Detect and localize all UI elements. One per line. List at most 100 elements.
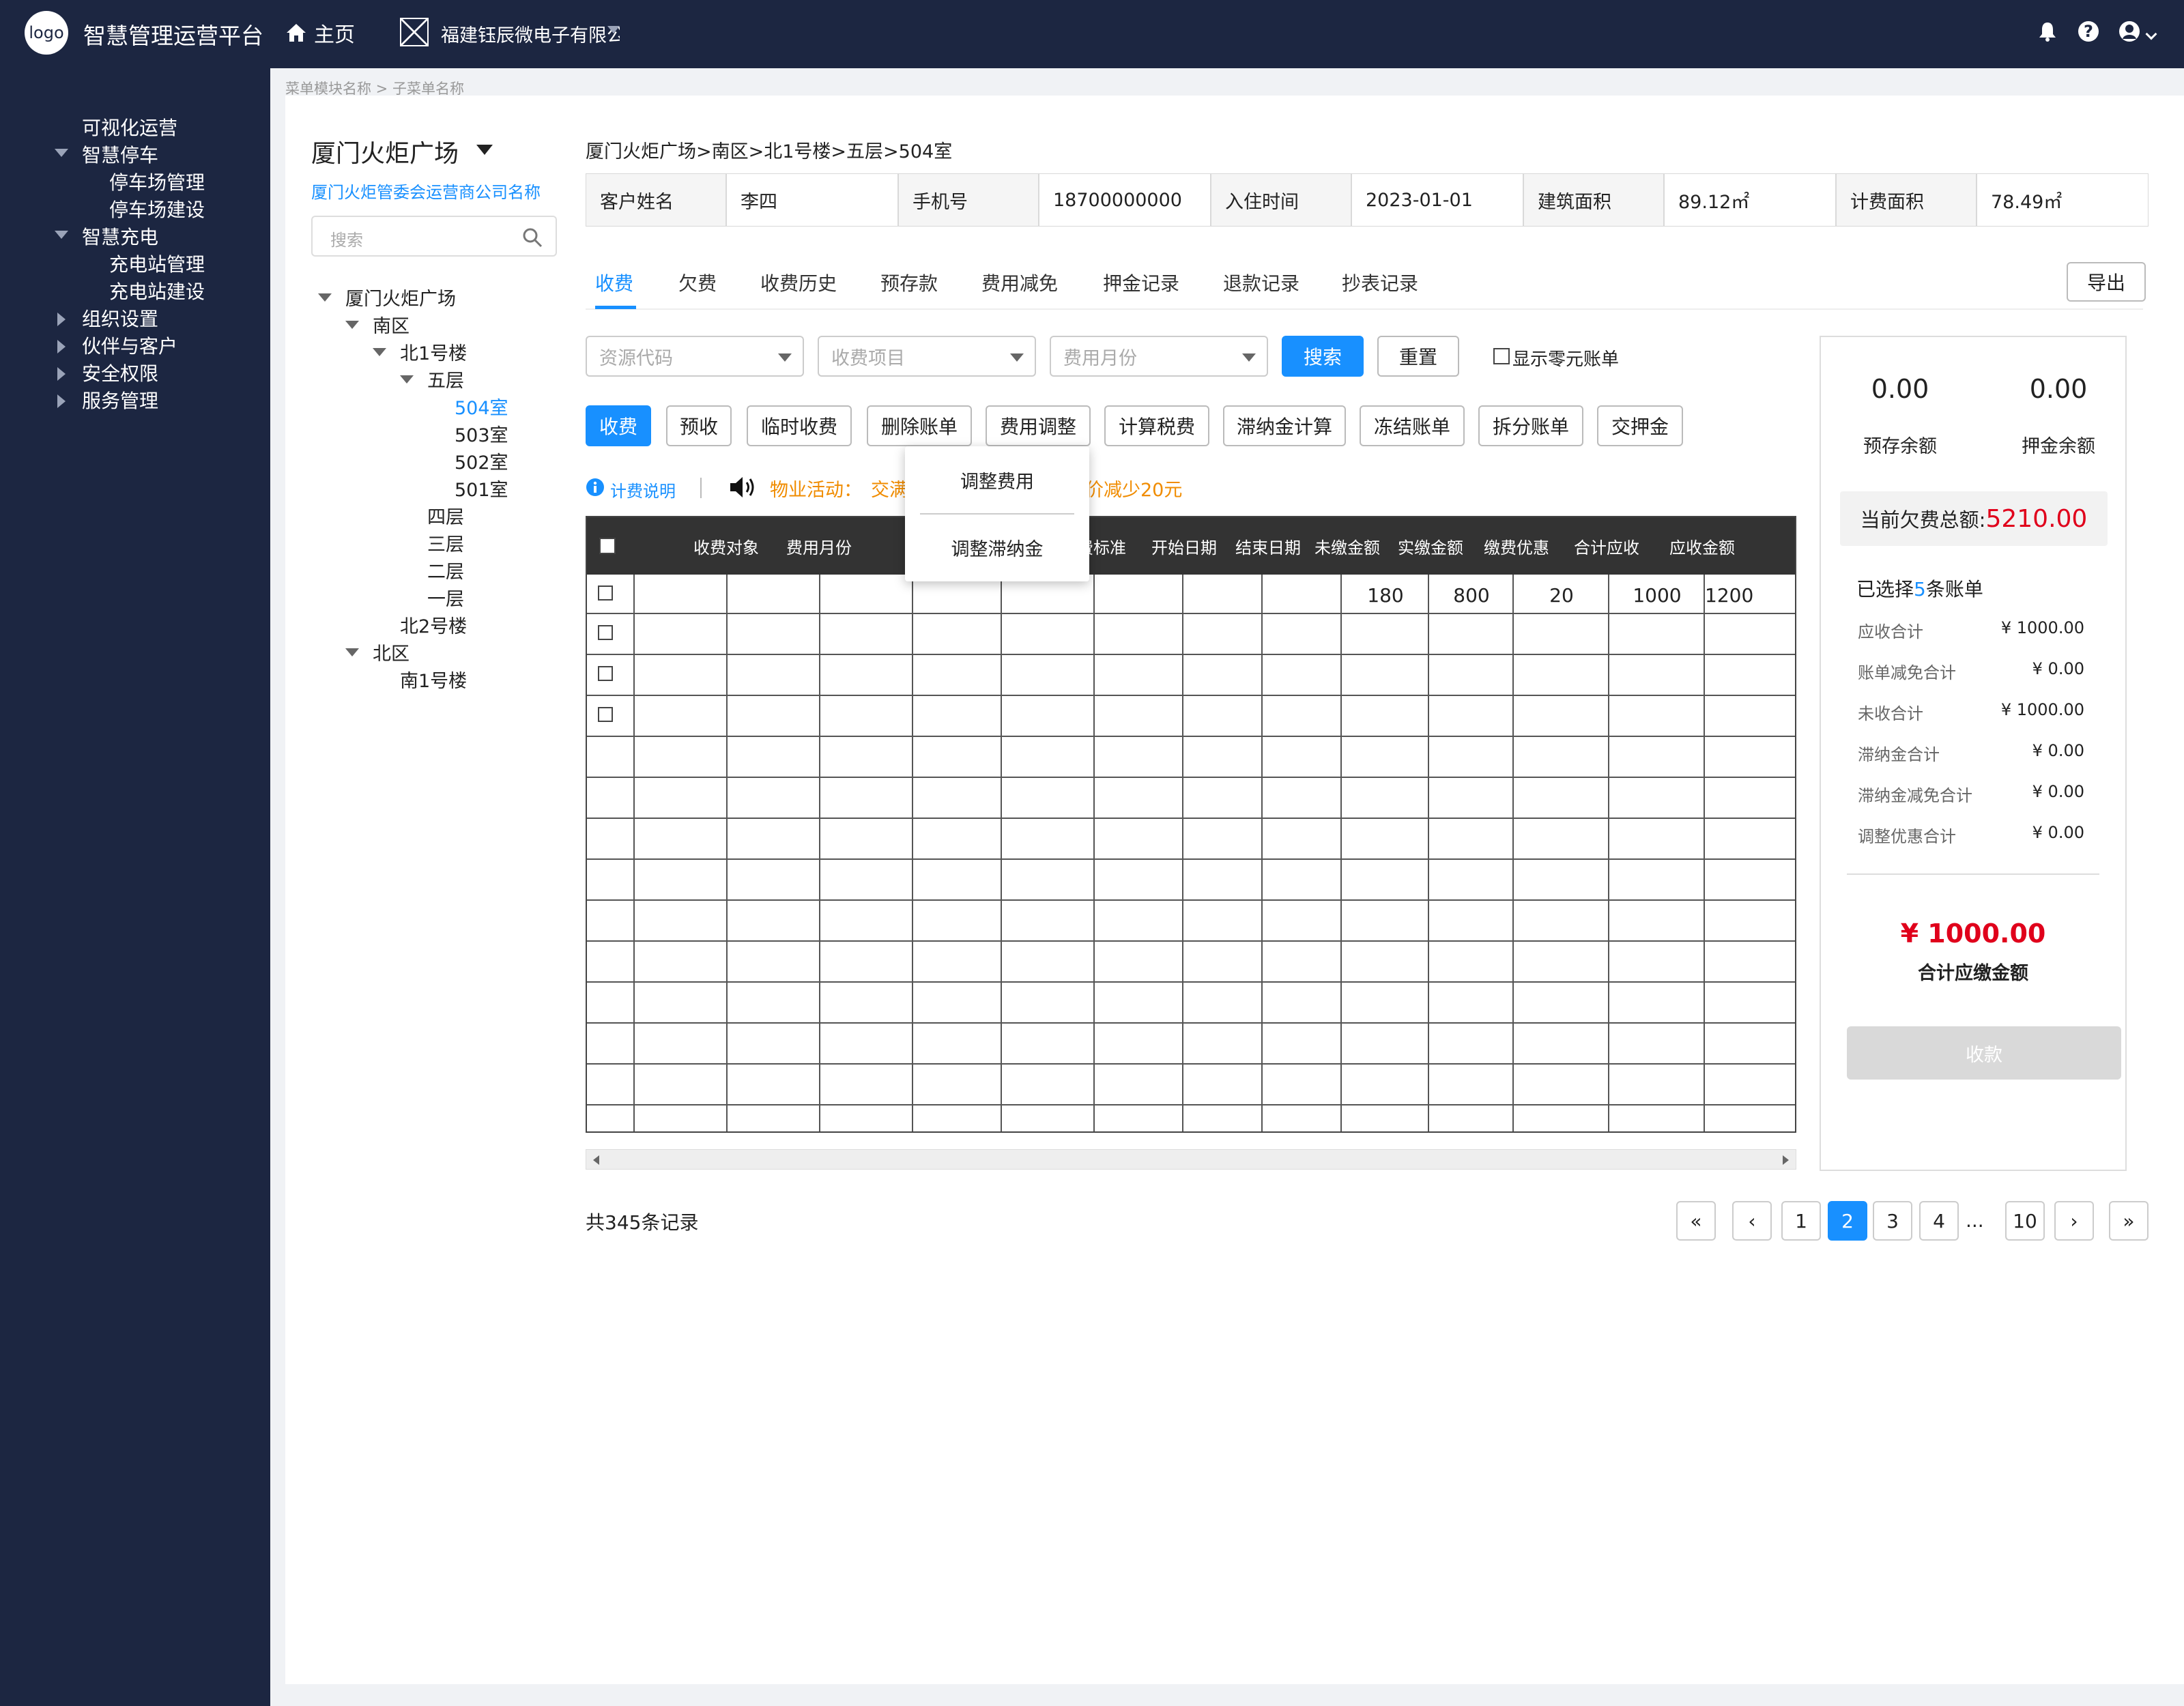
billing-help-link[interactable]: 计费说明 [610,478,676,502]
tree-node[interactable]: 503室 [455,420,508,447]
sidebar-item[interactable]: 停车场管理 [109,168,205,195]
caret-down-icon[interactable] [373,348,386,356]
sidebar-item[interactable]: 伙伴与客户 [82,332,177,359]
caret-down-icon[interactable] [55,149,68,157]
row-checkbox[interactable] [598,707,613,722]
sidebar-item[interactable]: 安全权限 [82,359,158,386]
table-horizontal-scrollbar[interactable] [586,1149,1796,1170]
fee-item-select[interactable]: 收费项目 [818,336,1036,377]
tree-node[interactable]: 504室 [455,393,508,420]
search-icon[interactable] [521,227,543,248]
pagination-page-button[interactable]: 1 [1781,1201,1821,1241]
caret-right-icon[interactable] [57,394,66,408]
action-button[interactable]: 费用调整 [986,405,1091,446]
tree-node[interactable]: 502室 [455,448,508,474]
pagination-prev-page-button[interactable]: ‹ [1732,1201,1772,1241]
column-header[interactable]: 费用月份 [773,517,865,575]
caret-right-icon[interactable] [57,340,66,353]
tab-item[interactable]: 退款记录 [1223,269,1299,296]
caret-down-icon[interactable] [345,648,359,656]
tree-node[interactable]: 南1号楼 [400,666,467,693]
column-header[interactable]: 缴费优惠 [1474,517,1559,575]
tab-item[interactable]: 抄表记录 [1342,269,1418,296]
pagination-page-button[interactable]: 3 [1873,1201,1912,1241]
sidebar-item[interactable]: 充电站管理 [109,250,205,277]
caret-down-icon[interactable] [318,293,332,302]
column-header[interactable]: 未缴金额 [1308,517,1387,575]
column-header[interactable]: 结束日期 [1228,517,1308,575]
tree-node[interactable]: 五层 [427,366,464,392]
action-button[interactable]: 拆分账单 [1478,405,1583,446]
org-selector[interactable]: 福建钰辰微电子有限公司 [441,20,620,47]
row-checkbox[interactable] [598,625,613,640]
search-button[interactable]: 搜索 [1282,336,1364,377]
column-header[interactable]: 应收金额 [1654,517,1750,575]
home-link[interactable]: 主页 [285,18,355,48]
pagination-next-page-button[interactable]: › [2054,1201,2094,1241]
action-button[interactable]: 删除账单 [867,405,972,446]
action-button[interactable]: 交押金 [1597,405,1683,446]
sidebar-item[interactable]: 服务管理 [82,386,158,414]
project-dropdown-icon[interactable] [476,145,493,155]
tree-node[interactable]: 三层 [427,530,464,556]
collect-payment-button[interactable]: 收款 [1847,1026,2121,1080]
tab-item[interactable]: 收费 [595,269,633,296]
tab-item[interactable]: 收费历史 [760,269,837,296]
tree-node[interactable]: 厦门火炬广场 [345,284,456,310]
menu-item-adjust-late-fee[interactable]: 调整滞纳金 [905,515,1089,580]
column-header[interactable]: 开始日期 [1140,517,1228,575]
action-button[interactable]: 计算税费 [1104,405,1209,446]
tree-node[interactable]: 501室 [455,475,508,502]
tab-item[interactable]: 费用减免 [981,269,1058,296]
fee-month-select[interactable]: 费用月份 [1050,336,1268,377]
reset-button[interactable]: 重置 [1377,336,1459,377]
export-button[interactable]: 导出 [2067,262,2146,302]
scroll-left-icon[interactable] [593,1155,599,1165]
tab-item[interactable]: 欠费 [678,269,717,296]
caret-down-icon[interactable] [345,321,359,329]
logo[interactable]: logo [25,11,68,55]
pagination-page-button[interactable]: 4 [1919,1201,1959,1241]
tree-node[interactable]: 南区 [373,311,410,338]
pagination-first-page-button[interactable]: « [1676,1201,1716,1241]
action-button[interactable]: 临时收费 [747,405,852,446]
column-header[interactable]: 实缴金额 [1387,517,1474,575]
action-button[interactable]: 滞纳金计算 [1223,405,1346,446]
resource-code-select[interactable]: 资源代码 [586,336,804,377]
caret-down-icon[interactable] [55,231,68,239]
bell-icon[interactable] [2034,18,2061,45]
tree-node[interactable]: 北1号楼 [400,338,467,365]
column-header[interactable]: 合计应收 [1559,517,1654,575]
scroll-right-icon[interactable] [1783,1155,1789,1165]
caret-right-icon[interactable] [57,367,66,381]
column-header[interactable]: 收费对象 [680,517,773,575]
pagination-page-button[interactable]: 2 [1828,1201,1867,1241]
tree-node[interactable]: 北2号楼 [400,611,467,638]
select-all-checkbox[interactable] [599,538,616,554]
tab-item[interactable]: 预存款 [880,269,938,296]
tree-node[interactable]: 一层 [427,584,464,611]
action-button[interactable]: 收费 [586,405,651,446]
tree-search-box[interactable]: 搜索 [311,216,557,257]
project-name[interactable]: 厦门火炬广场 [311,134,459,169]
row-checkbox[interactable] [598,666,613,681]
sidebar-item[interactable]: 可视化运营 [82,113,177,141]
action-button[interactable]: 冻结账单 [1360,405,1465,446]
action-button[interactable]: 预收 [666,405,732,446]
user-avatar-icon[interactable] [2116,18,2143,45]
sidebar-item[interactable]: 组织设置 [82,304,158,332]
pagination-page-button[interactable]: 10 [2005,1201,2045,1241]
pagination-last-page-button[interactable]: » [2109,1201,2149,1241]
caret-right-icon[interactable] [57,313,66,326]
menu-item-adjust-fee[interactable]: 调整费用 [905,446,1089,513]
sidebar-item[interactable]: 智慧充电 [82,222,158,250]
sidebar-item[interactable]: 充电站建设 [109,277,205,304]
caret-down-icon[interactable] [400,375,414,384]
zero-bill-checkbox[interactable] [1493,348,1510,364]
tree-node[interactable]: 二层 [427,557,464,583]
tree-node[interactable]: 北区 [373,639,410,665]
tree-node[interactable]: 四层 [427,502,464,529]
sidebar-item[interactable]: 智慧停车 [82,141,158,168]
help-icon[interactable]: ? [2075,18,2102,45]
org-dropdown-icon[interactable] [607,26,620,33]
